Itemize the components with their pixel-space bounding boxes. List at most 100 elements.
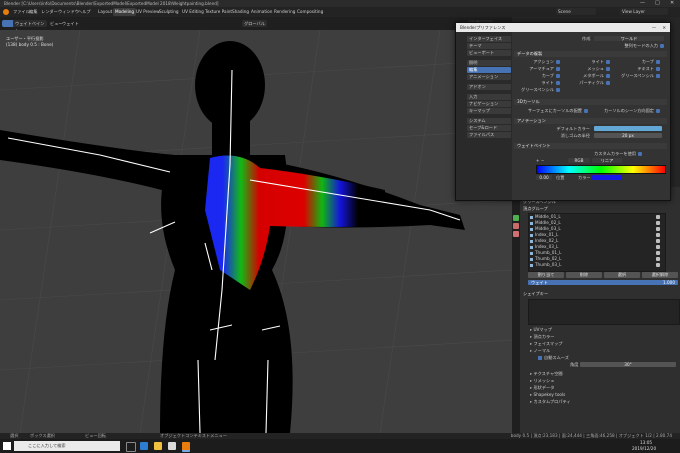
face-maps-section[interactable]: フェイスマップ xyxy=(530,341,562,347)
taskbar-search[interactable]: ここに入力して検索 xyxy=(14,441,120,451)
dup-text-checkbox[interactable]: テキスト xyxy=(616,66,660,71)
explorer-icon[interactable] xyxy=(154,442,162,450)
scene-selector[interactable]: Scene xyxy=(556,8,596,15)
3d-cursor-section[interactable]: 3Dカーソル xyxy=(514,99,667,105)
nav-themes[interactable]: テーマ xyxy=(467,43,511,49)
minimize-button[interactable]: — xyxy=(640,0,645,7)
shape-keys-panel[interactable]: シェイプキー xyxy=(523,291,548,297)
vertex-group-item[interactable]: Index_01_L xyxy=(530,232,660,238)
nav-animation[interactable]: アニメーション xyxy=(467,74,511,80)
tab-compositing[interactable]: Compositing xyxy=(295,8,325,16)
custom-weight-checkbox[interactable]: カスタムカラーを使用 xyxy=(572,151,642,156)
pref-minimize-button[interactable]: — xyxy=(652,23,656,32)
nav-viewport[interactable]: ビューポート xyxy=(467,50,511,56)
remove-button[interactable]: 削除 xyxy=(566,272,602,278)
vertex-group-item[interactable]: Thumb_01_L xyxy=(530,250,660,256)
vertex-group-item[interactable]: Middle_03_L xyxy=(530,226,660,232)
lock-icon[interactable] xyxy=(656,215,660,219)
dup-armature-checkbox[interactable]: アーマチュア xyxy=(520,66,560,71)
cursor-orient-checkbox[interactable]: カーソルのシーン方向固定 xyxy=(592,108,660,113)
3d-viewport[interactable]: ユーザー・平行投影 (138) body 0.5 : Bone) xyxy=(0,30,512,433)
uv-maps-section[interactable]: UVマップ xyxy=(530,327,552,333)
nav-editing[interactable]: 編集 xyxy=(467,67,511,73)
vertex-group-item[interactable]: Middle_01_L xyxy=(530,214,660,220)
menu-edit[interactable]: 編集 xyxy=(28,9,38,15)
tab-modeling[interactable]: Modeling xyxy=(113,8,137,16)
nav-addons[interactable]: アドオン xyxy=(467,84,511,90)
nav-system[interactable]: システム xyxy=(467,118,511,124)
dup-mesh-checkbox[interactable]: メッシュ xyxy=(566,66,610,71)
dup-grease-pencil-checkbox[interactable]: グリースペンシル xyxy=(616,73,660,78)
blender-task-icon[interactable] xyxy=(182,442,190,452)
nav-input[interactable]: 入力 xyxy=(467,94,511,100)
lock-icon[interactable] xyxy=(656,251,660,255)
dup-curve-checkbox[interactable]: カーブ xyxy=(616,59,660,64)
modifier-tab-icon[interactable] xyxy=(513,223,519,229)
lock-icon[interactable] xyxy=(656,257,660,261)
vertex-group-item[interactable]: Middle_02_L xyxy=(530,220,660,226)
blender-logo-icon[interactable] xyxy=(3,9,9,15)
ramp-color-swatch[interactable] xyxy=(592,175,622,180)
menu-help[interactable]: ヘルプ xyxy=(77,9,92,15)
vertex-group-item[interactable]: Thumb_02_L xyxy=(530,256,660,262)
ramp-add-icon[interactable]: + − xyxy=(536,158,544,163)
custom-properties-section[interactable]: カスタムプロパティ xyxy=(530,399,570,405)
create-align-field[interactable]: ワールド xyxy=(594,36,664,41)
lock-icon[interactable] xyxy=(656,233,660,237)
nav-interface[interactable]: インターフェイス xyxy=(467,36,511,42)
dup-curve2-checkbox[interactable]: カーブ xyxy=(520,73,560,78)
lock-icon[interactable] xyxy=(656,221,660,225)
tab-uv-editing[interactable]: UV Editing xyxy=(180,8,206,16)
tab-shading[interactable]: Shading xyxy=(230,8,251,16)
lock-icon[interactable] xyxy=(656,239,660,243)
weight-color-ramp[interactable] xyxy=(536,165,666,174)
view-layer-selector[interactable]: View Layer xyxy=(620,8,668,15)
ramp-pos-field[interactable]: 0.00 xyxy=(536,175,552,180)
vertex-colors-section[interactable]: 頂点カラー xyxy=(530,334,554,340)
store-icon[interactable] xyxy=(168,442,176,450)
pref-close-button[interactable]: ✕ xyxy=(662,23,666,32)
dup-light2-checkbox[interactable]: ライト xyxy=(520,80,560,85)
ramp-interp-field[interactable]: リニア xyxy=(592,158,622,163)
edge-icon[interactable] xyxy=(140,442,148,450)
default-color-swatch[interactable] xyxy=(594,126,662,131)
angle-field[interactable]: 30° xyxy=(580,362,676,367)
dup-gpencil2-checkbox[interactable]: グリースペンシル xyxy=(520,87,560,92)
dup-light-checkbox[interactable]: ライト xyxy=(566,59,610,64)
deselect-button[interactable]: 選択解除 xyxy=(642,272,678,278)
windows-start-icon[interactable] xyxy=(3,442,11,450)
select-button[interactable]: 選択 xyxy=(604,272,640,278)
autosmooth-checkbox[interactable]: 自動スムーズ xyxy=(538,355,569,360)
vertex-group-item[interactable]: Thumb_03_L xyxy=(530,262,660,268)
lock-icon[interactable] xyxy=(656,227,660,231)
dup-metaball-checkbox[interactable]: メタボール xyxy=(566,73,610,78)
remesh-section[interactable]: リメッシュ xyxy=(530,378,554,384)
dup-action-checkbox[interactable]: アクション xyxy=(520,59,560,64)
nav-lights[interactable]: 照明 xyxy=(467,60,511,66)
task-view-icon[interactable] xyxy=(126,442,136,452)
menu-render[interactable]: レンダー xyxy=(40,9,59,15)
weights-menu[interactable]: ウェイト xyxy=(60,20,81,27)
object-data-tab-icon[interactable] xyxy=(513,215,519,221)
tab-layout[interactable]: Layout xyxy=(96,8,114,16)
mode-selector[interactable]: ウェイトペイント xyxy=(13,20,47,33)
assign-button[interactable]: 割り当て xyxy=(528,272,564,278)
vertex-group-item[interactable]: Index_02_L xyxy=(530,238,660,244)
ramp-mode-field[interactable]: RGB xyxy=(568,158,590,163)
duplicate-data-section[interactable]: データの複製 xyxy=(514,51,667,57)
cursor-surface-checkbox[interactable]: サーフェスにカーソルの配置 xyxy=(520,108,588,113)
nav-keymap[interactable]: キーマップ xyxy=(467,108,511,114)
weight-slider[interactable]: ウェイト 1.000 xyxy=(528,280,678,285)
nav-navigation[interactable]: ナビゲーション xyxy=(467,101,511,107)
weight-paint-section[interactable]: ウェイトペイント xyxy=(514,143,667,149)
texture-space-section[interactable]: テクスチャ空間 xyxy=(530,371,562,377)
nav-save-load[interactable]: セーブ&ロード xyxy=(467,125,511,131)
enter-edit-mode-checkbox[interactable]: 整列モードの入力 xyxy=(582,43,664,48)
lock-icon[interactable] xyxy=(656,263,660,267)
eraser-radius-field[interactable]: 20 px xyxy=(594,133,662,138)
lock-icon[interactable] xyxy=(656,245,660,249)
annotations-section[interactable]: アノテーション xyxy=(514,118,667,124)
tab-sculpting[interactable]: Sculpting xyxy=(157,8,181,16)
maximize-button[interactable]: □ xyxy=(655,0,660,7)
vertex-groups-panel[interactable]: 頂点グループ xyxy=(523,206,548,212)
